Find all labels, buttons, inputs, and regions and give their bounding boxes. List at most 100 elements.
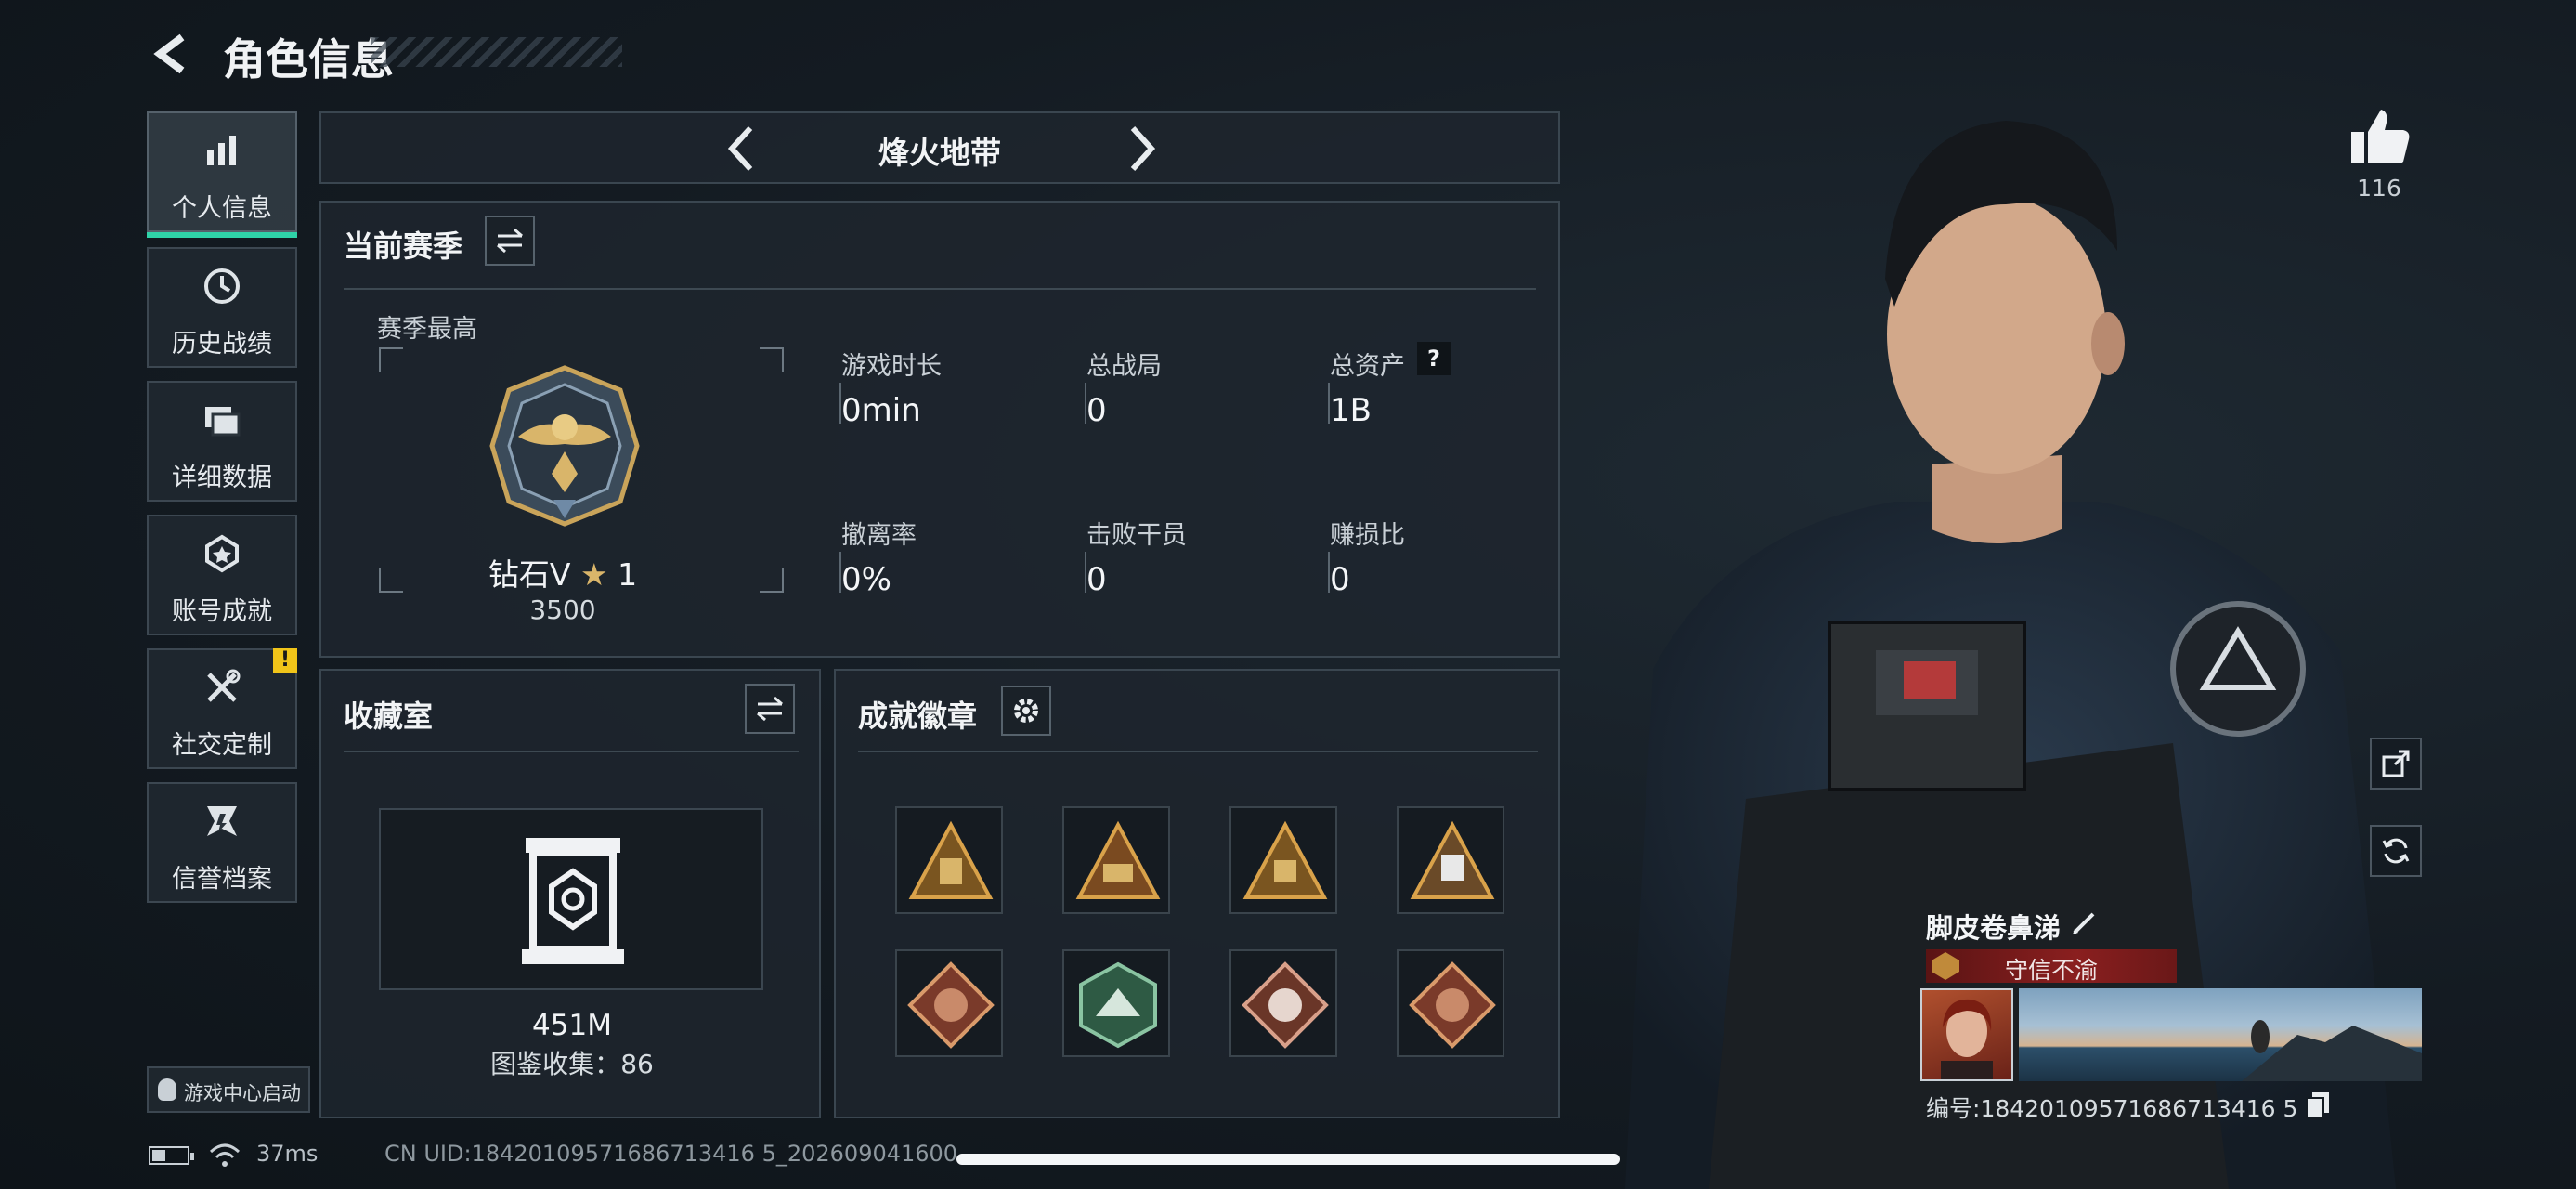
title-tag-bar: 守信不渝 bbox=[1926, 949, 2177, 984]
nav-label: 信誉档案 bbox=[172, 865, 272, 894]
nav-label: 详细数据 bbox=[172, 464, 272, 492]
gear-icon bbox=[1014, 699, 1038, 723]
collection-title: 收藏室 bbox=[344, 699, 434, 734]
star-icon: ★ bbox=[579, 556, 608, 593]
season-divider bbox=[344, 288, 1536, 290]
avatar-portrait-icon bbox=[1941, 999, 1993, 1079]
uid-text: CN UID:18420109571686713416 5_2026090416… bbox=[384, 1141, 958, 1167]
achievement-badge[interactable] bbox=[1062, 949, 1170, 1057]
title-stripes bbox=[371, 37, 622, 67]
wifi-icon bbox=[209, 1143, 241, 1167]
stat-value: 0% bbox=[841, 561, 891, 598]
swap-icon bbox=[497, 228, 523, 254]
stat-label: 游戏时长 bbox=[841, 352, 942, 381]
stat-label: 总资产 bbox=[1330, 352, 1405, 381]
warning-badge: ! bbox=[273, 648, 297, 673]
codex-row: 图鉴收集：86 bbox=[321, 1044, 823, 1081]
like-button[interactable] bbox=[2344, 106, 2414, 171]
achievement-badge[interactable] bbox=[895, 949, 1003, 1057]
player-card: 脚皮卷鼻涕 守信不渝 编号:18420109571686713416 5 bbox=[1920, 901, 2422, 1133]
stat-label: 击败干员 bbox=[1086, 521, 1187, 550]
nav-personal-info[interactable]: 个人信息 bbox=[147, 111, 297, 238]
back-button[interactable] bbox=[147, 28, 202, 80]
rank-row: 钻石V ★ 1 bbox=[423, 550, 702, 594]
collection-switch-button[interactable] bbox=[745, 684, 795, 734]
achievement-badge[interactable] bbox=[1229, 806, 1337, 914]
chevron-left-icon bbox=[727, 125, 753, 172]
achievements-divider bbox=[858, 751, 1538, 752]
title-tag-text: 守信不渝 bbox=[2004, 957, 2098, 984]
game-center-label: 游戏中心启动 bbox=[184, 1082, 301, 1104]
achievement-badge[interactable] bbox=[1229, 949, 1337, 1057]
achievements-panel: 成就徽章 bbox=[834, 669, 1560, 1118]
diamond-rank-emblem-icon bbox=[489, 365, 640, 527]
stat-value: 0 bbox=[1086, 561, 1107, 598]
player-name: 脚皮卷鼻涕 bbox=[1926, 912, 2062, 944]
season-best-label: 赛季最高 bbox=[377, 315, 477, 344]
achievement-icon bbox=[149, 533, 295, 582]
collection-room-preview[interactable] bbox=[379, 808, 763, 990]
rank-name: 钻石V bbox=[488, 556, 571, 593]
mode-title: 烽火地带 bbox=[878, 135, 1001, 171]
rank-stars: 1 bbox=[618, 556, 638, 593]
game-center-launch-button[interactable]: 游戏中心启动 bbox=[147, 1066, 310, 1113]
codex-label: 图鉴收集： bbox=[490, 1049, 621, 1079]
nav-label: 社交定制 bbox=[172, 731, 272, 760]
history-icon bbox=[149, 266, 295, 315]
achievements-settings-button[interactable] bbox=[1001, 686, 1051, 736]
achievements-title: 成就徽章 bbox=[858, 699, 978, 734]
ping-value: 37ms bbox=[256, 1141, 319, 1167]
achievement-badge[interactable] bbox=[895, 806, 1003, 914]
collection-panel: 收藏室 451M 图鉴收集：86 bbox=[319, 669, 821, 1118]
prev-mode-button[interactable] bbox=[715, 121, 771, 176]
season-switch-button[interactable] bbox=[485, 216, 535, 266]
frame-corner bbox=[379, 347, 403, 372]
nav-detailed-data[interactable]: 详细数据 bbox=[147, 381, 297, 502]
frame-corner bbox=[760, 568, 784, 593]
rank-points: 3500 bbox=[529, 594, 596, 625]
achievement-badge[interactable] bbox=[1062, 806, 1170, 914]
copy-id-button[interactable] bbox=[2305, 1091, 2333, 1120]
stat-value: 0 bbox=[1086, 392, 1107, 429]
copy-icon bbox=[2306, 1092, 2329, 1119]
season-title: 当前赛季 bbox=[344, 229, 463, 264]
stat-label: 总战局 bbox=[1086, 352, 1162, 381]
edit-name-button[interactable] bbox=[2069, 907, 2102, 940]
nav-label: 历史战绩 bbox=[172, 330, 272, 359]
achievement-badge[interactable] bbox=[1397, 949, 1504, 1057]
banner-scene-icon bbox=[2242, 1020, 2422, 1081]
stat-value: 0 bbox=[1330, 561, 1350, 598]
nav-social-custom[interactable]: 社交定制 ! bbox=[147, 648, 297, 769]
nav-credit-profile[interactable]: 信誉档案 bbox=[147, 782, 297, 903]
collection-divider bbox=[344, 751, 799, 752]
home-indicator[interactable] bbox=[956, 1154, 1620, 1165]
next-mode-button[interactable] bbox=[1112, 121, 1168, 176]
refresh-icon bbox=[2382, 838, 2410, 864]
bar-chart-icon bbox=[149, 130, 295, 179]
nav-account-achievements[interactable]: 账号成就 bbox=[147, 515, 297, 635]
battery-icon bbox=[149, 1146, 194, 1165]
frame-corner bbox=[760, 347, 784, 372]
total-assets-help-button[interactable]: ? bbox=[1417, 342, 1451, 375]
thumbs-up-icon bbox=[2351, 110, 2410, 163]
pencil-icon bbox=[2073, 912, 2095, 934]
refresh-button[interactable] bbox=[2370, 825, 2422, 877]
share-button[interactable] bbox=[2370, 738, 2422, 790]
collection-value: 451M bbox=[532, 1009, 612, 1042]
stat-value: 0min bbox=[841, 392, 921, 429]
achievement-badge[interactable] bbox=[1397, 806, 1504, 914]
current-season-panel: 当前赛季 赛季最高 钻石V ★ 1 3500 游戏时长 0min 总战局 0 总… bbox=[319, 201, 1560, 658]
swap-icon bbox=[757, 696, 783, 722]
page-title: 角色信息 bbox=[223, 34, 394, 85]
player-banner[interactable] bbox=[2019, 988, 2422, 1081]
stat-label: 赚损比 bbox=[1330, 521, 1405, 550]
nav-history[interactable]: 历史战绩 bbox=[147, 247, 297, 368]
nav-label: 个人信息 bbox=[172, 194, 272, 223]
player-id-label: 编号: bbox=[1926, 1095, 1981, 1122]
mode-selector: 烽火地带 bbox=[319, 111, 1560, 184]
stat-label: 撤离率 bbox=[841, 521, 917, 550]
player-avatar[interactable] bbox=[1920, 988, 2013, 1081]
stat-value: 1B bbox=[1330, 392, 1372, 429]
tools-icon bbox=[149, 667, 295, 716]
like-count: 116 bbox=[2357, 175, 2401, 202]
